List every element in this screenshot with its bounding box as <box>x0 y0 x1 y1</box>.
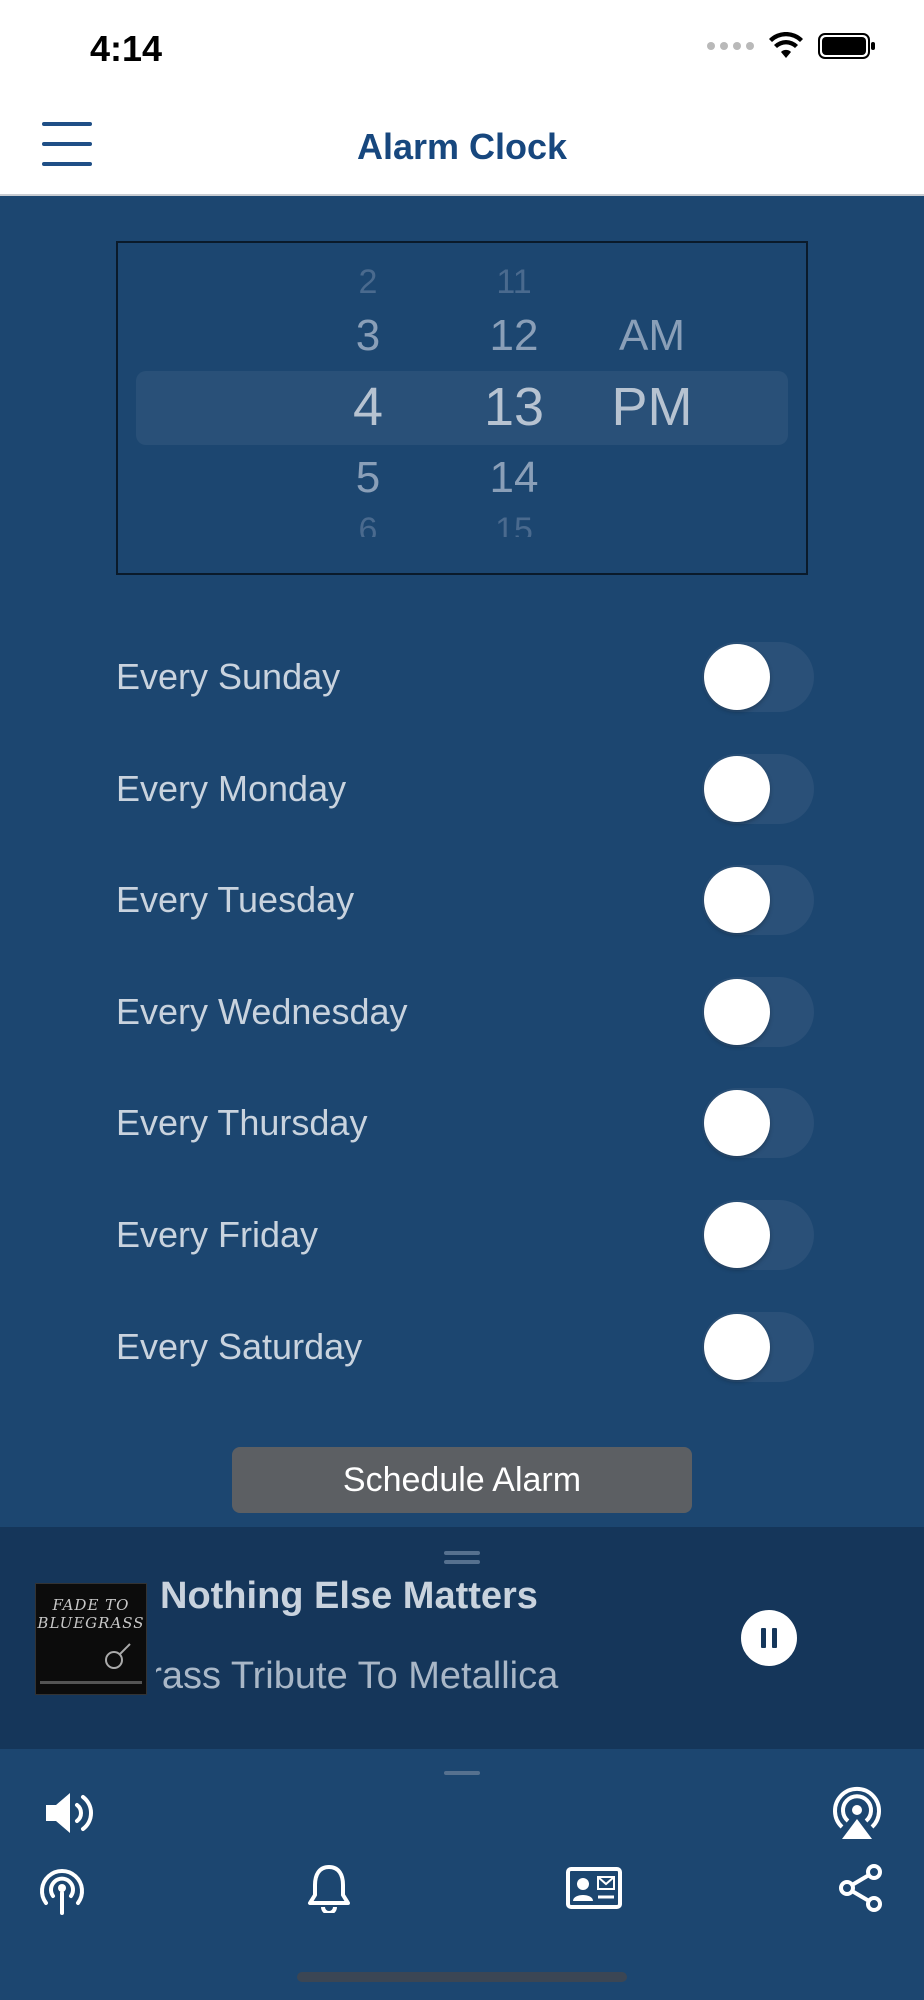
toggle-friday[interactable] <box>702 1200 814 1270</box>
picker-minute-value: 11 <box>496 263 532 297</box>
status-time: 4:14 <box>90 28 163 69</box>
day-row-monday: Every Monday <box>116 754 814 824</box>
picker-hour-value: 6 <box>358 511 378 537</box>
day-label: Every Saturday <box>116 1326 363 1367</box>
pause-button[interactable] <box>741 1610 797 1666</box>
drag-handle-icon[interactable] <box>444 1551 480 1569</box>
hour-wheel[interactable]: 2 3 4 5 6 <box>308 243 428 573</box>
minute-wheel[interactable]: 11 12 13 14 15 <box>454 243 574 573</box>
album-art: FADE TO BLUEGRASS <box>35 1583 147 1695</box>
album-name: Bluegrass Tribute To Metallica <box>156 1655 559 1697</box>
picker-period-value: AM <box>619 311 685 360</box>
day-label: Every Tuesday <box>116 879 355 920</box>
picker-minute-value: 12 <box>489 311 539 360</box>
day-label: Every Friday <box>116 1214 319 1255</box>
day-row-sunday: Every Sunday <box>116 642 814 712</box>
toggle-knob <box>704 644 770 710</box>
toggle-monday[interactable] <box>702 754 814 824</box>
volume-icon[interactable] <box>42 1785 98 1841</box>
toggle-knob <box>704 756 770 822</box>
day-label: Every Sunday <box>116 656 341 697</box>
toggle-knob <box>704 979 770 1045</box>
picker-minute-value: 15 <box>495 511 533 537</box>
battery-icon <box>818 33 875 59</box>
cellular-signal-icon <box>707 42 754 50</box>
picker-hour-value: 3 <box>355 311 381 360</box>
picker-period-selected: PM <box>611 377 693 437</box>
toggle-thursday[interactable] <box>702 1088 814 1158</box>
picker-hour-value: 5 <box>355 453 381 502</box>
album-art-caption <box>40 1681 142 1684</box>
toggle-wednesday[interactable] <box>702 977 814 1047</box>
toggle-tuesday[interactable] <box>702 865 814 935</box>
navigation-bar: Alarm Clock <box>0 100 924 196</box>
picker-hour-selected: 4 <box>352 377 384 437</box>
status-bar: 4:14 <box>0 0 924 100</box>
home-indicator[interactable] <box>297 1972 627 1982</box>
day-label: Every Thursday <box>116 1102 368 1143</box>
podcast-icon[interactable] <box>36 1863 88 1915</box>
period-wheel[interactable]: AM PM <box>592 243 712 573</box>
album-art-text: BLUEGRASS <box>37 1614 145 1632</box>
day-row-friday: Every Friday <box>116 1200 814 1270</box>
wifi-icon <box>769 32 803 58</box>
day-label: Every Wednesday <box>116 991 408 1032</box>
picker-minute-selected: 13 <box>483 377 545 437</box>
picker-minute-value: 14 <box>489 453 539 502</box>
schedule-alarm-button[interactable]: Schedule Alarm <box>232 1447 692 1513</box>
contact-card-icon[interactable] <box>566 1867 622 1909</box>
toggle-knob <box>704 1314 770 1380</box>
airplay-icon[interactable] <box>828 1783 886 1841</box>
mini-player[interactable]: FADE TO BLUEGRASS Nothing Else Matters B… <box>0 1527 924 1749</box>
track-title: Nothing Else Matters <box>160 1575 538 1617</box>
drag-handle-icon[interactable] <box>444 1771 480 1780</box>
toggle-knob <box>704 867 770 933</box>
toggle-knob <box>704 1090 770 1156</box>
bottom-toolbar <box>0 1749 924 2000</box>
bell-icon[interactable] <box>306 1863 352 1913</box>
status-indicators <box>707 32 876 60</box>
day-row-tuesday: Every Tuesday <box>116 865 814 935</box>
day-label: Every Monday <box>116 768 347 809</box>
share-icon[interactable] <box>838 1863 884 1913</box>
time-picker[interactable]: 2 3 4 5 6 11 12 13 14 15 AM PM <box>116 241 808 575</box>
day-row-wednesday: Every Wednesday <box>116 977 814 1047</box>
toggle-sunday[interactable] <box>702 642 814 712</box>
banjo-icon <box>105 1643 131 1669</box>
day-row-saturday: Every Saturday <box>116 1312 814 1382</box>
toggle-knob <box>704 1202 770 1268</box>
album-marquee: Bluegrass Tribute To Metallica <box>156 1655 642 1707</box>
album-art-text: FADE TO <box>52 1596 130 1614</box>
page-title: Alarm Clock <box>356 126 568 167</box>
picker-hour-value: 2 <box>358 263 378 297</box>
toggle-saturday[interactable] <box>702 1312 814 1382</box>
day-row-thursday: Every Thursday <box>116 1088 814 1158</box>
